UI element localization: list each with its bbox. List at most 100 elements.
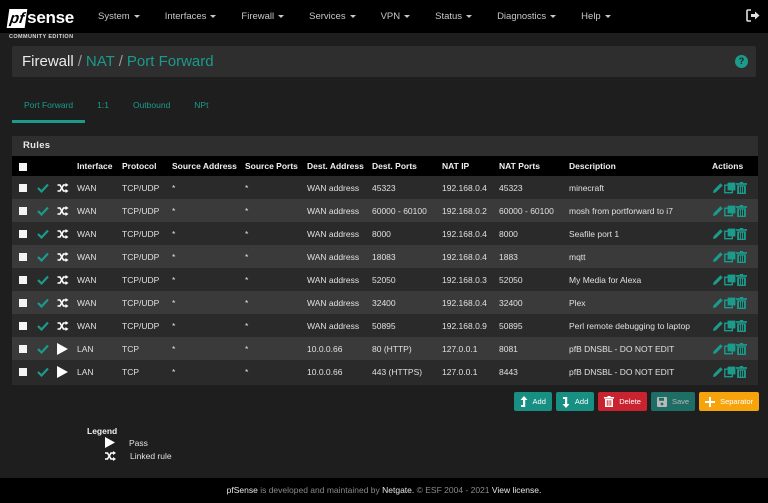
col-dest-address: Dest. Address: [307, 161, 364, 171]
trash-icon[interactable]: [736, 227, 747, 240]
tab-outbound[interactable]: Outbound: [121, 93, 182, 123]
menu-help[interactable]: Help: [581, 11, 611, 22]
row-checkbox[interactable]: [19, 276, 27, 285]
cell-dest-address: WAN address: [307, 182, 360, 193]
clone-icon[interactable]: [724, 297, 736, 309]
tab-one-to-one[interactable]: 1:1: [85, 93, 121, 123]
trash-icon[interactable]: [736, 273, 747, 286]
pencil-icon[interactable]: [712, 297, 724, 309]
row-checkbox[interactable]: [19, 345, 27, 354]
clone-icon[interactable]: [724, 182, 736, 194]
cell-protocol: TCP/UDP: [122, 205, 160, 216]
row-checkbox[interactable]: [19, 368, 27, 377]
check-icon[interactable]: [37, 367, 49, 377]
check-icon[interactable]: [37, 321, 49, 331]
rules-body: WAN TCP/UDP * * WAN address 45323 192.168.0.4 4…: [12, 176, 758, 383]
pencil-icon[interactable]: [712, 274, 724, 286]
pencil-icon[interactable]: [712, 251, 724, 263]
row-checkbox[interactable]: [19, 184, 27, 193]
cell-nat-ip: 192.168.0.4: [442, 251, 487, 262]
pencil-icon[interactable]: [712, 343, 724, 355]
legend: Legend Pass Linked rule: [87, 426, 172, 462]
menu-interfaces[interactable]: Interfaces: [165, 11, 217, 22]
table-row[interactable]: WAN TCP/UDP * * WAN address 52050 192.168.0.3 5…: [12, 268, 758, 291]
caret-down-icon: [349, 15, 356, 18]
table-row[interactable]: WAN TCP/UDP * * WAN address 18083 192.168.0.4 1…: [12, 245, 758, 268]
menu-services[interactable]: Services: [309, 11, 356, 22]
tab-npt[interactable]: NPt: [182, 93, 220, 123]
check-icon[interactable]: [37, 252, 49, 262]
col-description: Description: [569, 161, 616, 171]
col-nat-ports: NAT Ports: [499, 161, 540, 171]
check-icon[interactable]: [37, 275, 49, 285]
menu-status[interactable]: Status: [435, 11, 473, 22]
add-separator-button[interactable]: Separator: [699, 392, 759, 411]
table-row[interactable]: LAN TCP * * 10.0.0.66 80 (HTTP) 127.0.0.1 8081 p…: [12, 337, 758, 360]
clone-icon[interactable]: [724, 205, 736, 217]
tab-port-forward[interactable]: Port Forward: [12, 93, 86, 123]
pencil-icon[interactable]: [712, 182, 724, 194]
clone-icon[interactable]: [724, 251, 736, 263]
view-license-link[interactable]: View license.: [492, 485, 541, 495]
breadcrumb-port-forward[interactable]: Port Forward: [127, 53, 214, 70]
question-circle-icon[interactable]: ?: [735, 55, 748, 68]
trash-icon[interactable]: [736, 365, 747, 378]
cell-source-ports: *: [245, 182, 249, 193]
trash-icon[interactable]: [736, 319, 747, 332]
menu-system[interactable]: System: [98, 11, 140, 22]
menu-diagnostics[interactable]: Diagnostics: [497, 11, 557, 22]
logo-sense: sense: [27, 8, 74, 27]
cell-interface: WAN: [77, 297, 97, 308]
pencil-icon[interactable]: [712, 228, 724, 240]
table-row[interactable]: WAN TCP/UDP * * WAN address 45323 192.168.0.4 4…: [12, 176, 758, 199]
trash-icon[interactable]: [736, 250, 747, 263]
netgate-link[interactable]: Netgate.: [382, 485, 414, 495]
breadcrumb-separator: /: [77, 53, 82, 70]
cell-protocol: TCP/UDP: [122, 320, 160, 331]
pencil-icon[interactable]: [712, 205, 724, 217]
table-row[interactable]: LAN TCP * * 10.0.0.66 443 (HTTPS) 127.0.0.1 844…: [12, 360, 758, 383]
cell-dest-ports: 443 (HTTPS): [372, 366, 423, 377]
row-checkbox[interactable]: [19, 322, 27, 331]
add-top-button[interactable]: Add: [513, 392, 552, 411]
cell-description: Plex: [569, 297, 586, 308]
clone-icon[interactable]: [724, 320, 736, 332]
delete-button[interactable]: Delete: [598, 392, 647, 411]
row-checkbox[interactable]: [19, 299, 27, 308]
check-icon[interactable]: [37, 298, 49, 308]
table-row[interactable]: WAN TCP/UDP * * WAN address 8000 192.168.0.4 80…: [12, 222, 758, 245]
clone-icon[interactable]: [724, 274, 736, 286]
legend-item-pass: Pass: [105, 436, 172, 449]
row-checkbox[interactable]: [19, 230, 27, 239]
legend-item-linked: Linked rule: [105, 449, 172, 462]
menu-vpn[interactable]: VPN: [381, 11, 411, 22]
check-icon[interactable]: [37, 344, 49, 354]
clone-icon[interactable]: [724, 366, 736, 378]
trash-icon[interactable]: [736, 342, 747, 355]
check-icon[interactable]: [37, 183, 49, 193]
trash-icon[interactable]: [736, 296, 747, 309]
cell-source-ports: *: [245, 297, 249, 308]
select-all-checkbox[interactable]: [19, 162, 27, 171]
clone-icon[interactable]: [724, 343, 736, 355]
cell-nat-ip: 192.168.0.2: [442, 205, 487, 216]
row-checkbox[interactable]: [19, 253, 27, 262]
save-button[interactable]: Save: [650, 392, 696, 411]
pfsense-logo[interactable]: pf sense: [6, 7, 74, 29]
sign-out-icon[interactable]: [746, 9, 760, 22]
add-bottom-button[interactable]: Add: [555, 392, 595, 411]
table-row[interactable]: WAN TCP/UDP * * WAN address 50895 192.168.0.9 5…: [12, 314, 758, 337]
check-icon[interactable]: [37, 229, 49, 239]
check-icon[interactable]: [37, 206, 49, 216]
trash-icon[interactable]: [736, 204, 747, 217]
pencil-icon[interactable]: [712, 366, 724, 378]
trash-icon[interactable]: [736, 181, 747, 194]
menu-firewall[interactable]: Firewall: [241, 11, 285, 22]
row-checkbox[interactable]: [19, 207, 27, 216]
menu-label: VPN: [380, 11, 401, 22]
table-row[interactable]: WAN TCP/UDP * * WAN address 60000 - 60100 192.…: [12, 199, 758, 222]
clone-icon[interactable]: [724, 228, 736, 240]
table-row[interactable]: WAN TCP/UDP * * WAN address 32400 192.168.0.4 3…: [12, 291, 758, 314]
breadcrumb-nat[interactable]: NAT: [86, 53, 115, 70]
pencil-icon[interactable]: [712, 320, 724, 332]
